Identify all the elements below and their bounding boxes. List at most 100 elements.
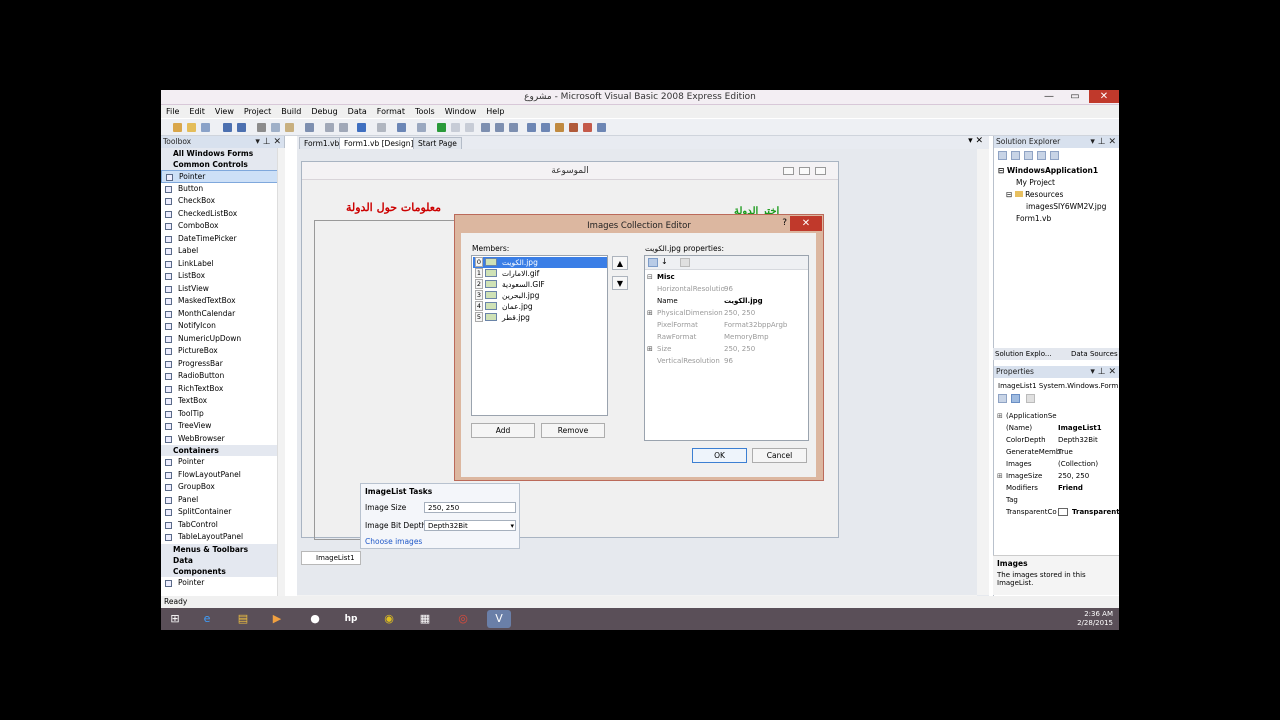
property-row[interactable]: VerticalResolution 96	[645, 355, 808, 367]
toolbox-item[interactable]: RadioButton	[161, 370, 284, 383]
menu-project[interactable]: Project	[239, 105, 276, 118]
category-row[interactable]: ⊟ Misc	[645, 271, 808, 283]
tree-item-resources[interactable]: ⊟ Resources	[1006, 190, 1063, 199]
property-row[interactable]: PixelFormat Format32bppArgb	[645, 319, 808, 331]
toolbox-item[interactable]: RichTextBox	[161, 383, 284, 396]
menu-data[interactable]: Data	[343, 105, 372, 118]
toolbox-item[interactable]: NumericUpDown	[161, 333, 284, 346]
close-icon[interactable]: ▾ ⊥ ✕	[1090, 136, 1116, 148]
label-country-info[interactable]: معلومات حول الدولة	[346, 201, 441, 214]
designer-vertical-scrollbar[interactable]	[977, 149, 989, 595]
error-list-icon[interactable]	[583, 123, 592, 132]
move-up-button[interactable]: ▲	[612, 256, 628, 270]
remove-button[interactable]: Remove	[541, 423, 605, 438]
menu-format[interactable]: Format	[372, 105, 410, 118]
toolbox-item[interactable]: MaskedTextBox	[161, 295, 284, 308]
property-row[interactable]: ⊞ ImageSize 250, 250	[994, 470, 1119, 482]
toolbox-item[interactable]: Pointer	[161, 456, 284, 469]
start-page-icon[interactable]	[597, 123, 606, 132]
toolbox-item[interactable]: ComboBox	[161, 220, 284, 233]
view-designer-icon[interactable]	[1050, 151, 1059, 160]
toolbox-item[interactable]: WebBrowser	[161, 433, 284, 446]
toolbox-item[interactable]: Button	[161, 183, 284, 196]
toolbox-item[interactable]: Pointer	[161, 577, 284, 590]
property-row[interactable]: GenerateMemb True	[994, 446, 1119, 458]
imagelist-component[interactable]: ImageList1	[301, 551, 361, 565]
toolbox-item[interactable]: SplitContainer	[161, 506, 284, 519]
add-item-icon[interactable]	[201, 123, 210, 132]
choose-images-link[interactable]: Choose images	[365, 537, 422, 546]
property-row[interactable]: (Name) ImageList1	[994, 422, 1119, 434]
step-out-icon[interactable]	[509, 123, 518, 132]
property-row[interactable]: HorizontalResolutio 96	[645, 283, 808, 295]
toolbox-item[interactable]: ListView	[161, 283, 284, 296]
image-size-field[interactable]: 250, 250	[424, 502, 516, 513]
hp-icon[interactable]: hp	[339, 610, 363, 628]
toolbox-item[interactable]: Label	[161, 245, 284, 258]
tree-item-form1[interactable]: Form1.vb	[1016, 214, 1051, 223]
navigate-icon[interactable]	[397, 123, 406, 132]
tree-item-image-file[interactable]: imagesSIY6WM2V.jpg	[1026, 202, 1106, 211]
start-debugging-icon[interactable]	[437, 123, 446, 132]
save-icon[interactable]	[223, 123, 232, 132]
toolbox-item[interactable]: CheckBox	[161, 195, 284, 208]
list-item[interactable]: 3 البحرين.jpg	[473, 290, 607, 301]
show-all-files-icon[interactable]	[1011, 151, 1020, 160]
alphabetical-icon[interactable]: ↓	[661, 257, 668, 266]
members-list[interactable]: 0 الكويت.jpg 1 الامارات.gif 2 السعودية.GIF …	[471, 255, 608, 416]
list-item[interactable]: 0 الكويت.jpg	[473, 257, 607, 268]
refresh-icon[interactable]	[1024, 151, 1033, 160]
chrome-icon[interactable]: ◎	[451, 610, 475, 628]
menu-edit[interactable]: Edit	[184, 105, 210, 118]
uncomment-icon[interactable]	[339, 123, 348, 132]
close-button[interactable]: ✕	[1089, 90, 1119, 103]
menu-debug[interactable]: Debug	[306, 105, 342, 118]
toolbox-category-common[interactable]: Common Controls	[161, 159, 284, 170]
toolbox-item[interactable]: TabControl	[161, 519, 284, 532]
ok-button[interactable]: OK	[692, 448, 747, 463]
comment-icon[interactable]	[325, 123, 334, 132]
add-button[interactable]: Add	[471, 423, 535, 438]
toolbox-item[interactable]: DateTimePicker	[161, 233, 284, 246]
image-bit-depth-select[interactable]: Depth32Bit ▾	[424, 520, 516, 531]
property-row[interactable]: Images (Collection)	[994, 458, 1119, 470]
find-icon[interactable]	[305, 123, 314, 132]
toolbox-item[interactable]: PictureBox	[161, 345, 284, 358]
visual-basic-icon[interactable]: V	[487, 610, 511, 628]
property-pages-icon[interactable]	[680, 258, 690, 267]
pause-icon[interactable]	[451, 123, 460, 132]
close-icon[interactable]: ▾ ⊥ ✕	[1090, 366, 1116, 378]
toolbox-category-data[interactable]: Data	[161, 554, 284, 566]
toolbox-item[interactable]: TableLayoutPanel	[161, 531, 284, 544]
property-row[interactable]: ColorDepth Depth32Bit	[994, 434, 1119, 446]
list-item[interactable]: 5 قطر.jpg	[473, 312, 607, 323]
toolbox-item[interactable]: Panel	[161, 494, 284, 507]
media-player-icon[interactable]: ▶	[265, 610, 289, 628]
tab-form1-design[interactable]: Form1.vb [Design]*	[339, 137, 423, 149]
events-icon[interactable]	[1026, 394, 1035, 403]
start-icon[interactable]: ⊞	[163, 610, 187, 628]
tab-data-sources[interactable]: Data Sources	[1071, 348, 1118, 360]
toolbox-category-containers[interactable]: Containers	[161, 445, 284, 456]
property-row[interactable]: Tag	[994, 494, 1119, 506]
camera-app-icon[interactable]: ●	[303, 610, 327, 628]
properties-icon[interactable]	[541, 123, 550, 132]
view-code-icon[interactable]	[1037, 151, 1046, 160]
internet-explorer-icon[interactable]: e	[195, 610, 219, 628]
list-item[interactable]: 1 الامارات.gif	[473, 268, 607, 279]
undo-icon[interactable]	[357, 123, 366, 132]
media-app-icon[interactable]: ◉	[377, 610, 401, 628]
tab-solution-explorer[interactable]: Solution Explo...	[995, 348, 1052, 360]
menu-build[interactable]: Build	[276, 105, 306, 118]
property-row[interactable]: TransparentCo Transparent	[994, 506, 1119, 518]
cut-icon[interactable]	[257, 123, 266, 132]
toolbox-item[interactable]: ToolTip	[161, 408, 284, 421]
navigate-forward-icon[interactable]	[417, 123, 426, 132]
property-row[interactable]: Modifiers Friend	[994, 482, 1119, 494]
toolbox-item[interactable]: MonthCalendar	[161, 308, 284, 321]
step-over-icon[interactable]	[495, 123, 504, 132]
help-button[interactable]: ?	[782, 218, 787, 228]
toolbox-item[interactable]: NotifyIcon	[161, 320, 284, 333]
move-down-button[interactable]: ▼	[612, 276, 628, 290]
toolbox-category-all[interactable]: All Windows Forms	[161, 148, 284, 159]
